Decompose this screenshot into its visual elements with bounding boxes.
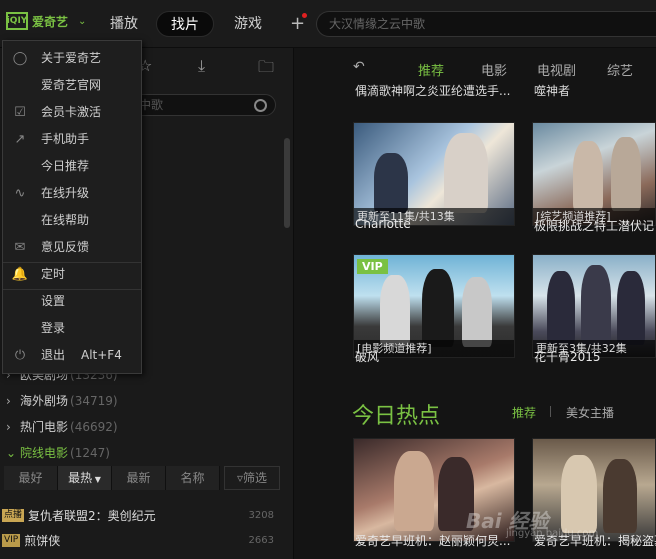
chart-icon: ∿ [14,186,26,201]
card-title[interactable]: 爱奇艺早班机：赵丽颖何炅... [355,532,515,549]
figure-shape [380,275,410,347]
chevron-down-icon: ⌄ [6,446,17,460]
card-title[interactable]: 极限挑战之特工潜伏记 [534,217,656,234]
figure-shape [573,141,603,211]
card-title[interactable]: Charlotte [355,217,515,231]
menu-item-timer[interactable]: 🔔 定时 [3,261,141,288]
list-item-title: 复仇者联盟2：奥创纪元 [28,508,156,523]
sort-newest[interactable]: 最新 [112,466,166,490]
figure-shape [581,265,611,345]
section-tab-anchor[interactable]: 美女主播 [566,404,614,421]
menu-item-activate-card[interactable]: ☑ 会员卡激活 [3,99,141,126]
card-title-top-left[interactable]: 偶滴歌神啊之炎亚纶遭选手... [355,82,515,99]
chevron-down-icon: ⌄ [78,15,87,27]
figure-shape [374,153,408,213]
section-title: 今日热点 [352,404,441,429]
figure-shape [561,455,597,533]
tab-find[interactable]: 找片 [156,11,214,37]
video-card-thumbnail[interactable]: 更新至3集/共32集 [532,254,656,358]
sort-name[interactable]: 名称 [166,466,220,490]
vip-badge: VIP [2,533,21,547]
folder-icon[interactable]: 🗀 [258,56,274,83]
menu-item-exit[interactable]: ⏻ 退出 Alt+F4 [3,342,141,369]
caret-down-icon: ▼ [92,475,101,484]
vip-badge: VIP [357,259,388,274]
menu-item-about[interactable]: ◯ 关于爱奇艺 [3,45,141,72]
video-card-thumbnail[interactable]: [综艺频道推荐] [532,122,656,226]
menu-item-feedback[interactable]: ✉ 意见反馈 [3,234,141,261]
baidu-watermark-url: jingyan.baidu.com [506,528,599,539]
category-variety[interactable]: 综艺 [607,60,633,79]
sort-best[interactable]: 最好 [4,466,58,490]
download-icon[interactable]: ⤓ [198,56,205,76]
figure-shape [444,133,488,213]
menu-item-login[interactable]: 登录 [3,315,141,342]
video-card-thumbnail[interactable] [532,438,656,542]
card-title[interactable]: 破风 [355,348,515,365]
tree-item-hot-movies[interactable]: › 热门电影 (46692) [6,418,118,435]
chat-icon: ✉ [14,240,26,255]
figure-shape [547,271,575,345]
filter-button[interactable]: ▿筛选 [224,466,280,490]
menu-item-today-recommend[interactable]: 今日推荐 [3,153,141,180]
tree-item-overseas-drama[interactable]: › 海外剧场 (34719) [6,392,118,409]
list-item-count: 2663 [248,534,274,546]
list-item-count: 3208 [248,509,274,521]
phone-export-icon: ↗ [14,132,26,147]
exit-shortcut: Alt+F4 [81,348,122,362]
figure-shape [462,277,492,347]
sort-bar: 最好 最热 ▼ 最新 名称 ▿筛选 [4,466,280,490]
section-tab-recommend[interactable]: 推荐 [512,404,536,421]
figure-shape [394,451,434,531]
tab-game[interactable]: 游戏 [220,11,276,37]
card-title[interactable]: 花千骨2015 [534,348,656,365]
chevron-right-icon: › [6,420,11,434]
tag-icon: ◯ [12,51,28,66]
bell-icon: 🔔 [11,267,29,282]
figure-shape [603,459,637,533]
menu-item-website[interactable]: 爱奇艺官网 [3,72,141,99]
figure-shape [617,271,645,345]
list-item[interactable]: VIP 煎饼侠 2663 [2,530,274,550]
category-recommend[interactable]: 推荐 [418,60,444,79]
figure-shape [611,137,641,211]
menu-item-phone-assistant[interactable]: ↗ 手机助手 [3,126,141,153]
notification-dot [302,13,307,18]
search-input[interactable]: 大汉情缘之云中歌 [316,11,656,37]
search-icon[interactable] [254,99,267,112]
category-tv[interactable]: 电视剧 [537,60,576,79]
back-icon[interactable]: ↶ [353,59,365,75]
list-item[interactable]: 点播 复仇者联盟2：奥创纪元 3208 [2,505,274,525]
content-panel: ↶ 推荐 电影 电视剧 综艺 偶滴歌神啊之炎亚纶遭选手... 噬神者 更新至11… [295,48,656,559]
scrollbar[interactable] [284,138,290,228]
chevron-right-icon: › [6,394,11,408]
tab-play[interactable]: 播放 [96,11,152,37]
power-icon: ⏻ [14,348,26,363]
tree-item-cinema-movies[interactable]: ⌄ 院线电影 (1247) [6,444,110,461]
video-card-thumbnail[interactable]: VIP [电影频道推荐] [353,254,515,358]
card-check-icon: ☑ [14,105,26,120]
sort-hot[interactable]: 最热 ▼ [58,466,112,490]
menu-item-online-help[interactable]: 在线帮助 [3,207,141,234]
logo-box: iQIY [6,12,28,30]
video-card-thumbnail[interactable]: 更新至11集/共13集 [353,122,515,226]
tab-divider [550,406,551,417]
menu-item-settings[interactable]: 设置 [3,288,141,315]
app-dropdown-menu: ◯ 关于爱奇艺 爱奇艺官网 ☑ 会员卡激活 ↗ 手机助手 今日推荐 ∿ 在线升级 在线帮… [2,40,142,374]
list-item-title: 煎饼侠 [24,533,61,548]
on-demand-badge: 点播 [2,508,25,522]
app-logo-menu-button[interactable]: iQIY 爱奇艺 ⌄ [6,12,86,30]
menu-item-online-upgrade[interactable]: ∿ 在线升级 [3,180,141,207]
figure-shape [422,269,454,347]
category-movie[interactable]: 电影 [481,60,507,79]
logo-text: 爱奇艺 [32,14,69,29]
card-title-top-right[interactable]: 噬神者 [534,82,654,99]
